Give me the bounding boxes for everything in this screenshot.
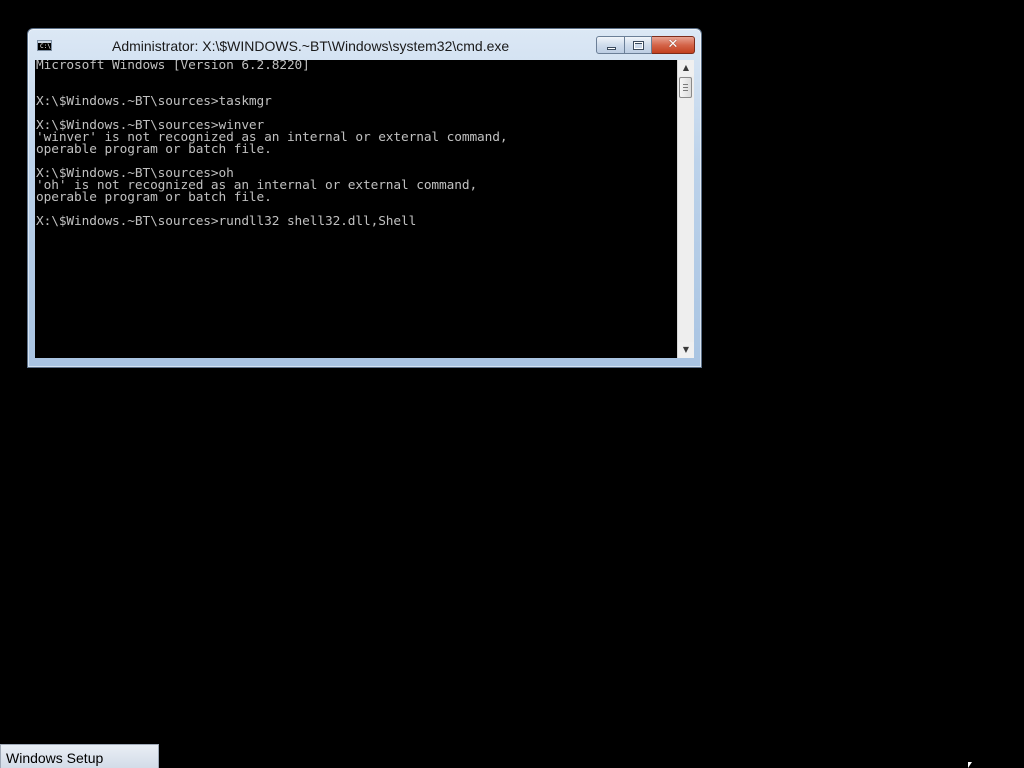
minimize-icon <box>607 47 616 50</box>
maximize-icon <box>633 41 644 50</box>
minimize-button[interactable] <box>596 36 625 54</box>
arrow-up-icon: ▲ <box>682 63 690 72</box>
console-line: X:\$Windows.~BT\sources>rundll32 shell32… <box>36 214 417 229</box>
mouse-pointer-icon <box>968 762 972 768</box>
caption-buttons: ✕ <box>596 36 695 54</box>
desktop: C:\ Administrator: X:\$WINDOWS.~BT\Windo… <box>0 0 1024 768</box>
title-bar[interactable]: C:\ Administrator: X:\$WINDOWS.~BT\Windo… <box>28 29 701 59</box>
close-icon: ✕ <box>667 37 679 52</box>
close-button[interactable]: ✕ <box>652 36 695 54</box>
arrow-down-icon: ▼ <box>682 345 690 354</box>
vertical-scrollbar[interactable]: ▲ ▼ <box>677 60 694 358</box>
grip-line <box>683 87 688 88</box>
maximize-button[interactable] <box>625 36 652 54</box>
taskbar-item-label: Windows Setup <box>6 750 104 766</box>
grip-line <box>683 84 688 85</box>
grip-line <box>683 90 688 91</box>
console-line: operable program or batch file. <box>36 142 272 157</box>
console-line: operable program or batch file. <box>36 190 272 205</box>
console-line: X:\$Windows.~BT\sources>taskmgr <box>36 94 272 109</box>
cmd-icon[interactable]: C:\ <box>37 40 52 51</box>
scroll-up-button[interactable]: ▲ <box>678 60 694 76</box>
window-title: Administrator: X:\$WINDOWS.~BT\Windows\s… <box>112 38 510 54</box>
scroll-thumb[interactable] <box>679 77 692 98</box>
cmd-window[interactable]: C:\ Administrator: X:\$WINDOWS.~BT\Windo… <box>27 28 702 368</box>
taskbar-item-windows-setup[interactable]: Windows Setup <box>0 744 159 768</box>
cmd-icon-text: C:\ <box>40 43 51 50</box>
scroll-down-button[interactable]: ▼ <box>678 342 694 358</box>
console-lines: Microsoft Windows [Version 6.2.8220] X:\… <box>36 60 676 228</box>
console-output[interactable]: Microsoft Windows [Version 6.2.8220] X:\… <box>35 60 677 358</box>
console-line: Microsoft Windows [Version 6.2.8220] <box>36 60 310 73</box>
